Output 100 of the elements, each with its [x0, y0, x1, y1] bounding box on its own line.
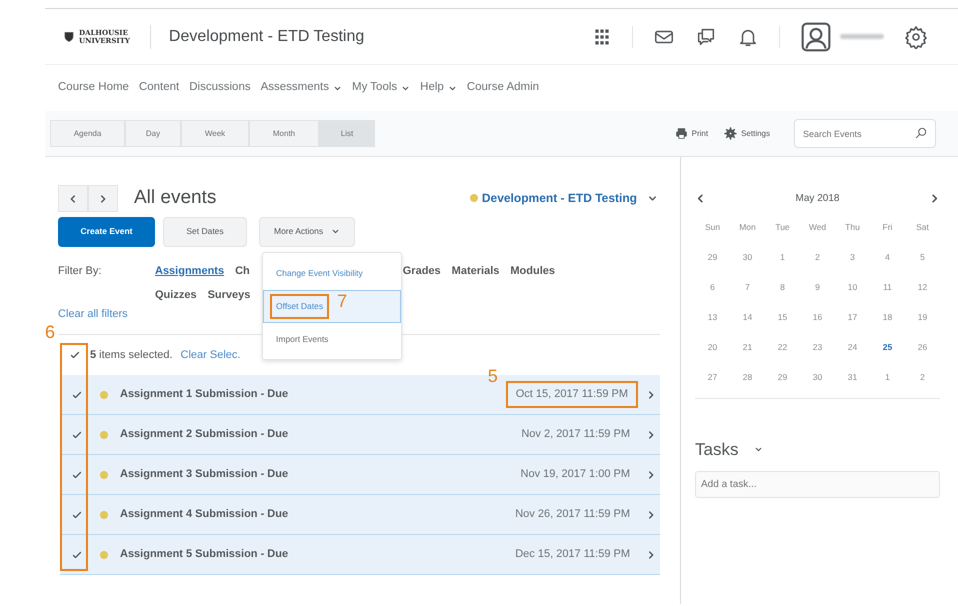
calendar-day[interactable]: 24: [835, 332, 870, 362]
calendar-day[interactable]: 1: [870, 362, 905, 392]
calendar-day[interactable]: 1: [765, 242, 800, 272]
view-tab[interactable]: Week: [181, 120, 249, 147]
nav-link[interactable]: Assessments: [260, 79, 342, 97]
calendar-day[interactable]: 4: [870, 242, 905, 272]
filter-link[interactable]: Assignments: [155, 262, 224, 279]
chevron-right-icon[interactable]: [646, 430, 656, 440]
event-row[interactable]: Assignment 5 Submission - Due Dec 15, 2017 11:59 PM: [60, 535, 660, 575]
task-input[interactable]: Add a task...: [695, 470, 940, 498]
calendar-day[interactable]: 21: [730, 332, 765, 362]
settings-link[interactable]: Settings: [724, 127, 770, 140]
chevron-right-icon[interactable]: [646, 390, 656, 400]
event-title: Assignment 2 Submission - Due: [120, 427, 288, 442]
action-button[interactable]: Set Dates: [163, 216, 247, 246]
nav-link[interactable]: Discussions: [189, 79, 251, 97]
calendar-day[interactable]: 22: [765, 332, 800, 362]
clear-filters-link[interactable]: Clear all filters: [58, 306, 128, 322]
calendar-day[interactable]: 26: [905, 332, 940, 362]
weekday-label: Mon: [738, 221, 757, 234]
calendar-day[interactable]: 13: [695, 302, 730, 332]
calendar-day[interactable]: 14: [730, 302, 765, 332]
view-tab[interactable]: Day: [125, 120, 181, 147]
settings-icon[interactable]: [904, 24, 928, 48]
menu-item[interactable]: Offset Dates 7: [263, 290, 401, 322]
weekday-label: Sat: [915, 221, 930, 234]
view-tab[interactable]: List: [319, 120, 375, 147]
calendar-day[interactable]: 27: [695, 362, 730, 392]
filter-link[interactable]: Ch: [235, 262, 250, 279]
check-icon: [69, 349, 81, 361]
callout-box: [270, 294, 330, 318]
calendar-day[interactable]: 6: [695, 272, 730, 302]
month-title: May 2018: [796, 192, 840, 206]
filter-link[interactable]: Surveys: [208, 287, 250, 304]
weekday-label: Fri: [882, 221, 894, 234]
menu-item[interactable]: Import Events: [263, 322, 401, 356]
calendar-day[interactable]: 18: [870, 302, 905, 332]
selection-count: 5 items selected.: [90, 348, 173, 363]
calendar-day[interactable]: 2: [800, 242, 835, 272]
chevron-left-icon: [68, 194, 78, 204]
filter-link[interactable]: Materials: [452, 262, 500, 279]
clear-selection-link[interactable]: Clear Selec.: [180, 346, 240, 364]
view-tab[interactable]: Month: [249, 120, 319, 147]
nav-link[interactable]: Course Home: [58, 79, 129, 97]
calendar-day[interactable]: 30: [730, 242, 765, 272]
filter-link[interactable]: Grades: [402, 262, 441, 279]
calendar-day[interactable]: 8: [765, 272, 800, 302]
chevron-right-icon[interactable]: [646, 510, 656, 520]
calendar-selector[interactable]: Development - ETD Testing: [470, 189, 658, 208]
calendar-day[interactable]: 9: [800, 272, 835, 302]
nav-link[interactable]: My Tools: [352, 79, 410, 97]
course-title[interactable]: Development - ETD Testing: [150, 24, 364, 48]
event-title: Assignment 4 Submission - Due: [120, 507, 288, 522]
printer-icon: [674, 127, 688, 140]
chevron-right-icon[interactable]: [646, 470, 656, 480]
nav-link[interactable]: Help: [420, 79, 457, 97]
calendar-day[interactable]: 16: [800, 302, 835, 332]
calendar-day[interactable]: 25: [870, 332, 905, 362]
action-button[interactable]: Create Event: [58, 216, 155, 246]
search-icon[interactable]: [914, 126, 928, 140]
gear-icon: [724, 127, 738, 140]
calendar-day[interactable]: 30: [800, 362, 835, 392]
calendar-day[interactable]: 7: [730, 272, 765, 302]
weekday-label: Tue: [774, 221, 791, 234]
calendar-day[interactable]: 31: [835, 362, 870, 392]
calendar-day[interactable]: 2: [905, 362, 940, 392]
print-link[interactable]: Print: [674, 127, 708, 140]
calendar-day[interactable]: 28: [730, 362, 765, 392]
calendar-day[interactable]: 12: [905, 272, 940, 302]
calendar-day[interactable]: 29: [765, 362, 800, 392]
calendar-day[interactable]: 29: [695, 242, 730, 272]
search-field[interactable]: Search Events: [794, 119, 936, 148]
menu-item[interactable]: Change Event Visibility: [263, 257, 401, 290]
event-title: Assignment 1 Submission - Due: [120, 387, 288, 402]
filter-link[interactable]: Quizzes: [155, 287, 197, 304]
event-row[interactable]: Assignment 2 Submission - Due Nov 2, 2017 11:59 PM: [60, 415, 660, 455]
event-row[interactable]: Assignment 4 Submission - Due Nov 26, 2017 11:59 PM: [60, 495, 660, 535]
calendar-day[interactable]: 19: [905, 302, 940, 332]
event-row[interactable]: Assignment 3 Submission - Due Nov 19, 2017 1:00 PM: [60, 455, 660, 495]
calendar-day[interactable]: 20: [695, 332, 730, 362]
calendar-day[interactable]: 11: [870, 272, 905, 302]
view-tab[interactable]: Agenda: [50, 120, 125, 147]
calendar-day[interactable]: 5: [905, 242, 940, 272]
event-date: Nov 26, 2017 11:59 PM: [514, 507, 631, 522]
filter-link[interactable]: Modules: [510, 262, 555, 279]
calendar-day[interactable]: 17: [835, 302, 870, 332]
chevron-right-icon[interactable]: [646, 550, 656, 560]
calendar-day[interactable]: 10: [835, 272, 870, 302]
weekday-label: Wed: [808, 221, 828, 234]
user-avatar-icon[interactable]: [800, 20, 832, 52]
nav-link[interactable]: Course Admin: [466, 79, 540, 97]
dropdown-button[interactable]: More Actions: [259, 216, 356, 246]
calendar-day[interactable]: 3: [835, 242, 870, 272]
nav-link[interactable]: Content: [138, 79, 180, 97]
calendar-day[interactable]: 23: [800, 332, 835, 362]
calendar-day[interactable]: 15: [765, 302, 800, 332]
event-date: Dec 15, 2017 11:59 PM: [514, 547, 631, 562]
event-date: Nov 2, 2017 11:59 PM: [520, 427, 631, 442]
tasks-title: Tasks: [695, 439, 738, 461]
chevron-right-icon: [98, 194, 108, 204]
